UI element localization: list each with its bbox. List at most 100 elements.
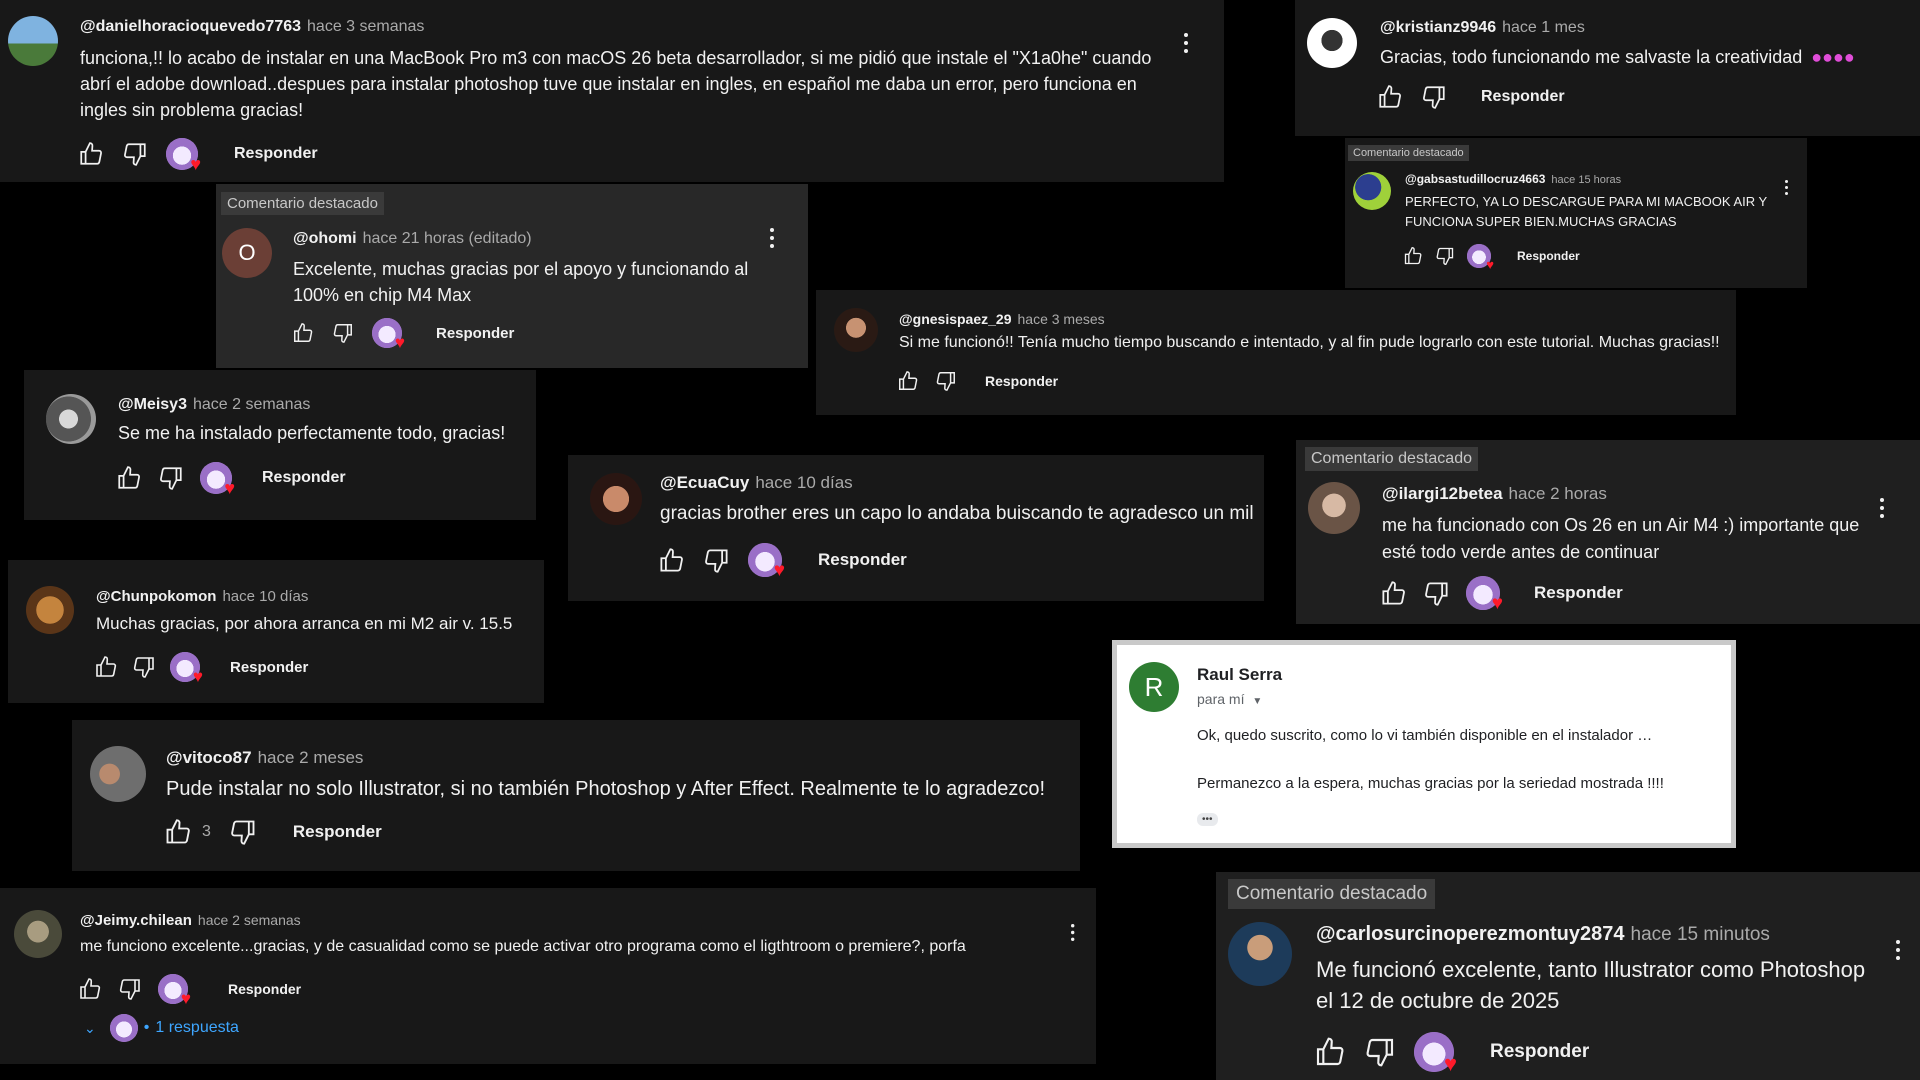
email-recipient[interactable]: para mí [1197,691,1244,707]
comment-time[interactable]: hace 2 horas [1509,484,1607,503]
more-actions-icon[interactable] [1071,924,1075,944]
reply-button[interactable]: Responder [436,325,514,342]
dislike-icon[interactable] [132,655,156,679]
comment-card-vitoco87: @vitoco87 hace 2 meses Pude instalar no s… [72,720,1080,871]
comment-time[interactable]: hace 15 minutos [1631,924,1770,945]
like-icon[interactable] [1377,84,1403,110]
like-icon[interactable] [1314,1036,1346,1068]
reply-button[interactable]: Responder [818,550,907,570]
comment-author[interactable]: @Meisy3 [118,396,187,413]
avatar[interactable] [14,910,62,958]
dislike-icon[interactable] [1421,84,1447,110]
reply-button[interactable]: Responder [230,659,308,676]
replies-count[interactable]: 1 respuesta [155,1019,239,1037]
comment-author[interactable]: @Jeimy.chilean [80,912,192,929]
comment-time[interactable]: hace 10 días [222,588,308,605]
avatar[interactable] [834,308,878,352]
like-icon[interactable] [116,465,142,491]
avatar[interactable] [1353,172,1391,210]
like-icon[interactable] [94,655,118,679]
like-icon[interactable] [658,547,685,574]
dislike-icon[interactable] [118,977,142,1001]
creator-heart-icon: ♥ [1414,1032,1457,1075]
dislike-icon[interactable] [703,547,730,574]
emoji-icons: ●●●● [1811,47,1855,67]
more-actions-icon[interactable] [770,228,774,252]
like-icon[interactable] [292,322,314,344]
chevron-down-icon[interactable]: ⌄ [84,1020,96,1037]
avatar[interactable] [8,16,58,66]
avatar[interactable] [26,586,74,634]
dislike-icon[interactable] [158,465,184,491]
dislike-icon[interactable] [229,818,257,846]
avatar[interactable] [1308,482,1360,534]
creator-heart-icon: ♥ [1466,576,1503,613]
dislike-icon[interactable] [1435,246,1455,266]
dislike-icon[interactable] [332,322,354,344]
more-actions-icon[interactable] [1785,180,1788,198]
comment-author[interactable]: @gabsastudillocruz4663 [1405,172,1545,186]
comment-text: Excelente, muchas gracias por el apoyo y… [293,259,749,305]
like-icon[interactable] [897,370,919,392]
like-icon[interactable] [78,977,102,1001]
comment-time[interactable]: hace 10 días [755,473,852,492]
creator-heart-icon: ♥ [166,138,201,173]
comment-text: PERFECTO, YA LO DESCARGUE PARA MI MACBOO… [1405,194,1767,229]
more-actions-icon[interactable] [1880,498,1884,522]
comment-time[interactable]: hace 15 horas [1551,174,1621,186]
reply-button[interactable]: Responder [985,373,1058,389]
comment-time[interactable]: hace 3 semanas [307,18,424,35]
reply-button[interactable]: Responder [234,145,318,163]
creator-heart-icon: ♥ [1467,244,1494,271]
like-icon[interactable] [164,818,192,846]
reply-button[interactable]: Responder [262,469,346,487]
like-icon[interactable] [1403,246,1423,266]
dislike-icon[interactable] [935,370,957,392]
comment-time[interactable]: hace 1 mes [1502,19,1585,36]
creator-avatar-icon [109,1014,138,1042]
comment-author[interactable]: @danielhoraciоquevedo7763 [80,18,301,35]
more-actions-icon[interactable] [1896,940,1900,964]
comment-author[interactable]: @kristianz9946 [1380,19,1496,36]
dislike-icon[interactable] [122,141,148,167]
reply-button[interactable]: Responder [1517,249,1580,263]
comment-time[interactable]: hace 21 horas (editado) [363,230,532,247]
like-icon[interactable] [1380,580,1407,607]
comment-author[interactable]: @Chunpokomon [96,588,216,605]
comment-author[interactable]: @ilargi12betea [1382,484,1503,503]
more-actions-icon[interactable] [1184,33,1188,57]
reply-button[interactable]: Responder [1481,88,1565,106]
chevron-down-icon[interactable]: ▼ [1252,696,1262,707]
avatar[interactable]: R [1129,662,1179,712]
comment-text: Pude instalar no solo Illustrator, si no… [166,778,1046,800]
avatar[interactable] [1307,18,1357,68]
avatar[interactable] [46,394,96,444]
reply-button[interactable]: Responder [1534,583,1623,603]
comment-card-daniel: @danielhoraciоquevedo7763 hace 3 semanas … [0,0,1224,182]
dislike-icon[interactable] [1423,580,1450,607]
comment-time[interactable]: hace 3 meses [1018,311,1105,327]
comment-author[interactable]: @gnesispaez_29 [899,311,1012,327]
avatar[interactable]: O [222,228,272,278]
like-icon[interactable] [78,141,104,167]
comment-author[interactable]: @vitoco87 [166,748,252,767]
comment-card-chunpokomon: @Chunpokomon hace 10 días Muchas gracias,… [8,560,544,703]
comment-time[interactable]: hace 2 semanas [193,396,310,413]
comment-time[interactable]: hace 2 semanas [198,912,301,928]
reply-button[interactable]: Responder [293,822,382,842]
creator-heart-icon: ♥ [200,462,235,497]
avatar[interactable] [90,746,146,802]
dislike-icon[interactable] [1364,1036,1396,1068]
comment-author[interactable]: @ohomi [293,230,357,247]
reply-button[interactable]: Responder [228,981,301,997]
view-replies-button[interactable]: ⌄ • 1 respuesta [84,1014,239,1042]
comment-author[interactable]: @EcuaCuy [660,473,749,492]
pinned-badge: Comentario destacado [1228,879,1436,909]
show-trimmed-button[interactable]: ••• [1197,813,1218,826]
avatar[interactable] [1228,922,1292,986]
comment-author[interactable]: @carlosurcinoperezmontuy2874 [1316,923,1625,945]
email-sender[interactable]: Raul Serra [1197,665,1282,685]
comment-time[interactable]: hace 2 meses [258,748,364,767]
avatar[interactable] [590,473,642,525]
reply-button[interactable]: Responder [1490,1041,1589,1063]
